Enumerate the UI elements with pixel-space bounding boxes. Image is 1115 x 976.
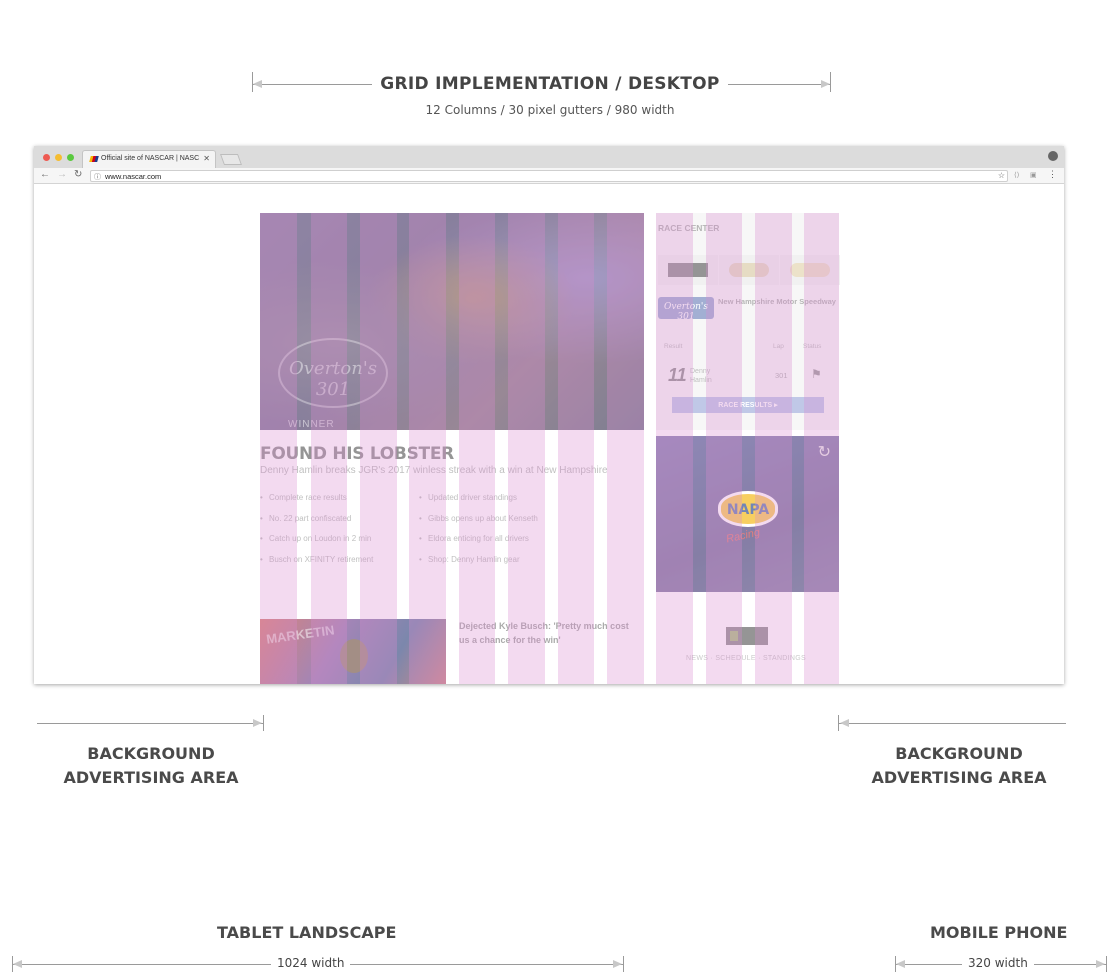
grid-column-9 (656, 213, 693, 684)
bookmark-star-icon[interactable]: ☆ (998, 171, 1005, 180)
dim-arrow-right-icon (613, 960, 622, 968)
grid-column-12 (804, 213, 839, 684)
browser-tab-title: Official site of NASCAR | NASC (101, 155, 200, 162)
profile-icon[interactable] (1048, 151, 1058, 161)
reload-icon[interactable]: ↻ (74, 169, 82, 180)
tablet-width-label: 1024 width (271, 956, 351, 970)
mobile-width-label: 320 width (962, 956, 1034, 970)
address-bar-url: www.nascar.com (105, 172, 162, 181)
nascar-favicon-icon (89, 156, 99, 162)
tablet-landscape-label: TABLET LANDSCAPE (217, 923, 397, 942)
mobile-phone-label: MOBILE PHONE (930, 923, 1068, 942)
info-icon[interactable]: ⓘ (94, 172, 101, 182)
mobile-dim-tick-right (1106, 956, 1107, 972)
dim-arrow-left-icon (840, 719, 849, 727)
dim-arrow-right-icon (253, 719, 262, 727)
tablet-dim-tick-right (623, 956, 624, 972)
bg-ad-label-left-line2: ADVERTISING AREA (63, 768, 239, 787)
back-arrow-icon[interactable]: ← (40, 169, 50, 180)
bg-ad-label-right-line1: BACKGROUND (895, 744, 1023, 763)
bg-left-dim-tick (263, 715, 264, 731)
bg-right-dim-tick (838, 715, 839, 731)
race-results-button[interactable]: RACE RESULTS ▸ (672, 397, 824, 413)
close-tab-icon[interactable]: ✕ (203, 154, 210, 163)
bg-right-dim-line (838, 723, 1066, 724)
page-title: GRID IMPLEMENTATION / DESKTOP (0, 74, 1100, 94)
dim-arrow-left-icon (13, 960, 22, 968)
grid-column-11 (755, 213, 792, 684)
grid-column-6 (508, 213, 545, 684)
browser-tab[interactable]: Official site of NASCAR | NASC ✕ (82, 150, 216, 168)
browser-window: Official site of NASCAR | NASC ✕ ← → ↻ ⓘ… (34, 146, 1064, 684)
bg-ad-label-right: BACKGROUND ADVERTISING AREA (848, 742, 1070, 790)
bg-ad-label-right-line2: ADVERTISING AREA (871, 768, 1047, 787)
grid-column-5 (459, 213, 495, 684)
bg-ad-label-left-line1: BACKGROUND (87, 744, 215, 763)
new-tab-button[interactable] (219, 154, 243, 165)
forward-arrow-icon[interactable]: → (57, 169, 67, 180)
extension-icon[interactable]: ⟨⟩ (1014, 171, 1019, 179)
dim-arrow-left-icon (896, 960, 905, 968)
dim-arrow-right-icon (1096, 960, 1105, 968)
extension-box-icon[interactable]: ▣ (1030, 171, 1037, 179)
minimize-window-icon[interactable] (55, 154, 62, 161)
menu-kebab-icon[interactable]: ⋮ (1048, 169, 1057, 180)
grid-column-4 (409, 213, 446, 684)
bg-left-dim-line (37, 723, 263, 724)
grid-column-7 (558, 213, 594, 684)
maximize-window-icon[interactable] (67, 154, 74, 161)
grid-column-8 (607, 213, 644, 684)
bg-ad-label-left: BACKGROUND ADVERTISING AREA (40, 742, 262, 790)
grid-column-2 (311, 213, 347, 684)
grid-column-10 (706, 213, 742, 684)
grid-column-3 (360, 213, 397, 684)
grid-column-1 (260, 213, 297, 684)
browser-toolbar: ← → ↻ ⓘ www.nascar.com ☆ ⟨⟩ ▣ ⋮ (34, 168, 1064, 184)
browser-tab-strip: Official site of NASCAR | NASC ✕ (34, 146, 1064, 168)
page-subtitle: 12 Columns / 30 pixel gutters / 980 widt… (425, 103, 675, 117)
close-window-icon[interactable] (43, 154, 50, 161)
address-bar[interactable]: ⓘ www.nascar.com ☆ (90, 170, 1008, 182)
